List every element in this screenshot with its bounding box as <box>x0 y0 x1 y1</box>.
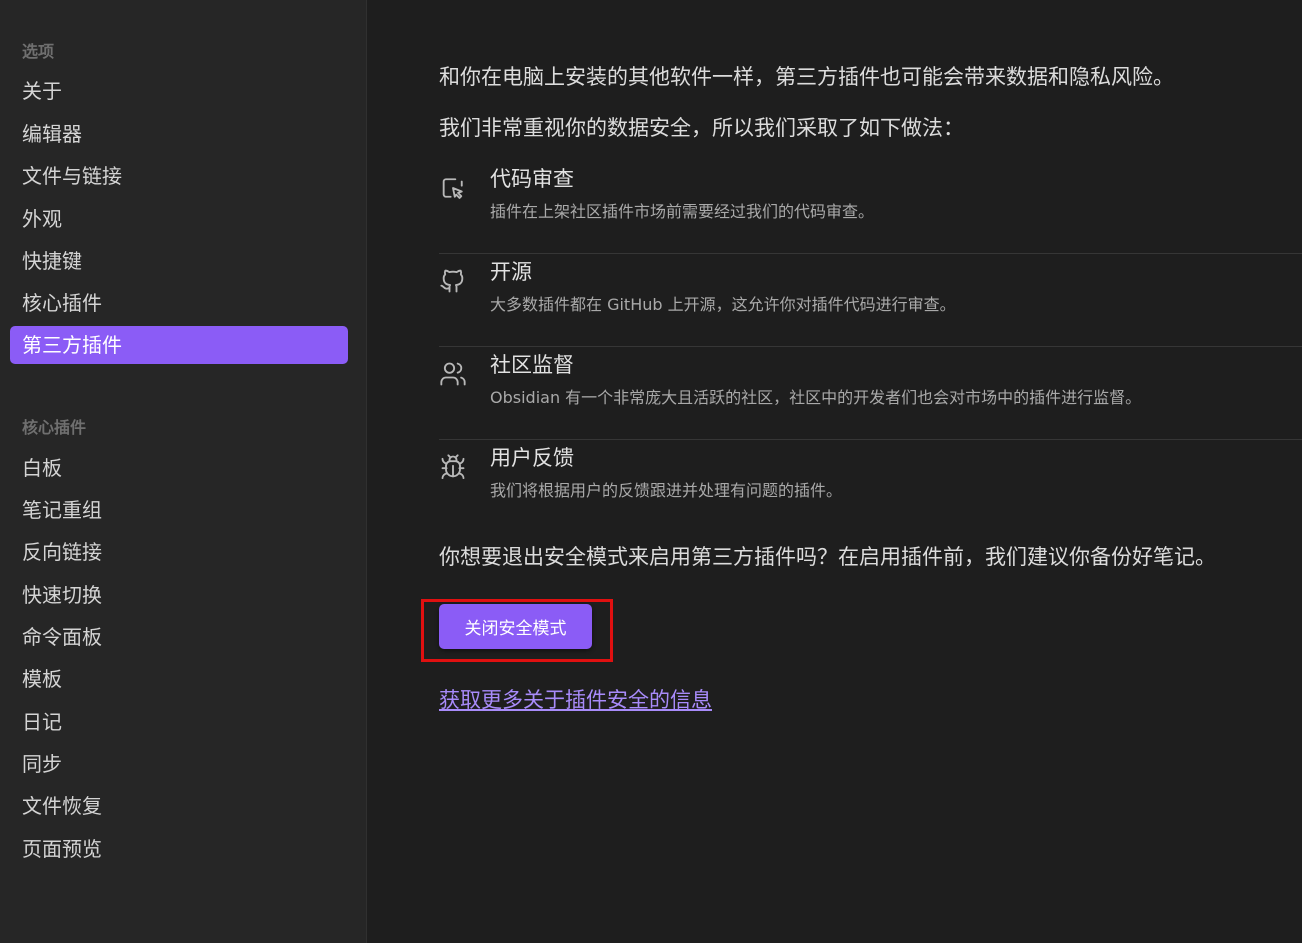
sidebar-item-appearance[interactable]: 外观 <box>10 200 348 238</box>
feature-community-review: 社区监督 Obsidian 有一个非常庞大且活跃的社区，社区中的开发者们也会对市… <box>439 347 1302 440</box>
safe-mode-question: 你想要退出安全模式来启用第三方插件吗？在启用插件前，我们建议你备份好笔记。 <box>439 545 1216 569</box>
feature-code-review: 代码审查 插件在上架社区插件市场前需要经过我们的代码审查。 <box>439 161 1302 254</box>
sidebar-item-core-plugins[interactable]: 核心插件 <box>10 284 348 322</box>
feature-description: Obsidian 有一个非常庞大且活跃的社区，社区中的开发者们也会对市场中的插件… <box>490 388 1142 407</box>
intro-text-risk: 和你在电脑上安装的其他软件一样，第三方插件也可能会带来数据和隐私风险。 <box>439 65 1174 89</box>
intro-text-measures: 我们非常重视你的数据安全，所以我们采取了如下做法： <box>439 116 964 140</box>
sidebar-item-quick-switcher[interactable]: 快速切换 <box>10 576 348 614</box>
settings-window: 选项 关于 编辑器 文件与链接 外观 快捷键 核心插件 第三方插件 核心插件 白… <box>0 0 1302 943</box>
plugin-security-link[interactable]: 获取更多关于插件安全的信息 <box>439 684 712 714</box>
sidebar-item-command-palette[interactable]: 命令面板 <box>10 618 348 656</box>
feature-description: 我们将根据用户的反馈跟进并处理有问题的插件。 <box>490 481 843 500</box>
users-icon <box>439 360 467 388</box>
settings-content: 和你在电脑上安装的其他软件一样，第三方插件也可能会带来数据和隐私风险。 我们非常… <box>368 0 1302 943</box>
feature-title: 代码审查 <box>490 167 574 191</box>
sidebar-item-note-composer[interactable]: 笔记重组 <box>10 491 348 529</box>
feature-description: 大多数插件都在 GitHub 上开源，这允许你对插件代码进行审查。 <box>490 295 956 314</box>
feature-user-feedback: 用户反馈 我们将根据用户的反馈跟进并处理有问题的插件。 <box>439 440 1302 533</box>
feature-title: 开源 <box>490 260 532 284</box>
sidebar-item-editor[interactable]: 编辑器 <box>10 115 348 153</box>
feature-description: 插件在上架社区插件市场前需要经过我们的代码审查。 <box>490 202 875 221</box>
sidebar-section-core-plugins: 核心插件 <box>22 418 87 437</box>
feature-title: 社区监督 <box>490 353 574 377</box>
github-icon <box>439 267 467 295</box>
sidebar-item-page-preview[interactable]: 页面预览 <box>10 830 348 868</box>
sidebar-item-canvas[interactable]: 白板 <box>10 449 348 487</box>
sidebar-item-file-recovery[interactable]: 文件恢复 <box>10 787 348 825</box>
sidebar-item-about[interactable]: 关于 <box>10 72 348 110</box>
turn-off-safe-mode-button[interactable]: 关闭安全模式 <box>439 604 592 649</box>
feature-open-source: 开源 大多数插件都在 GitHub 上开源，这允许你对插件代码进行审查。 <box>439 254 1302 347</box>
sidebar-item-hotkeys[interactable]: 快捷键 <box>10 242 348 280</box>
feature-title: 用户反馈 <box>490 446 574 470</box>
settings-sidebar: 选项 关于 编辑器 文件与链接 外观 快捷键 核心插件 第三方插件 核心插件 白… <box>0 0 367 943</box>
sidebar-item-templates[interactable]: 模板 <box>10 660 348 698</box>
sidebar-section-options: 选项 <box>22 42 55 61</box>
sidebar-item-files-links[interactable]: 文件与链接 <box>10 157 348 195</box>
bug-icon <box>439 453 467 481</box>
sidebar-item-sync[interactable]: 同步 <box>10 745 348 783</box>
sidebar-item-backlinks[interactable]: 反向链接 <box>10 533 348 571</box>
sidebar-item-community-plugins[interactable]: 第三方插件 <box>10 326 348 364</box>
sidebar-item-daily-notes[interactable]: 日记 <box>10 703 348 741</box>
code-review-icon <box>439 174 467 202</box>
